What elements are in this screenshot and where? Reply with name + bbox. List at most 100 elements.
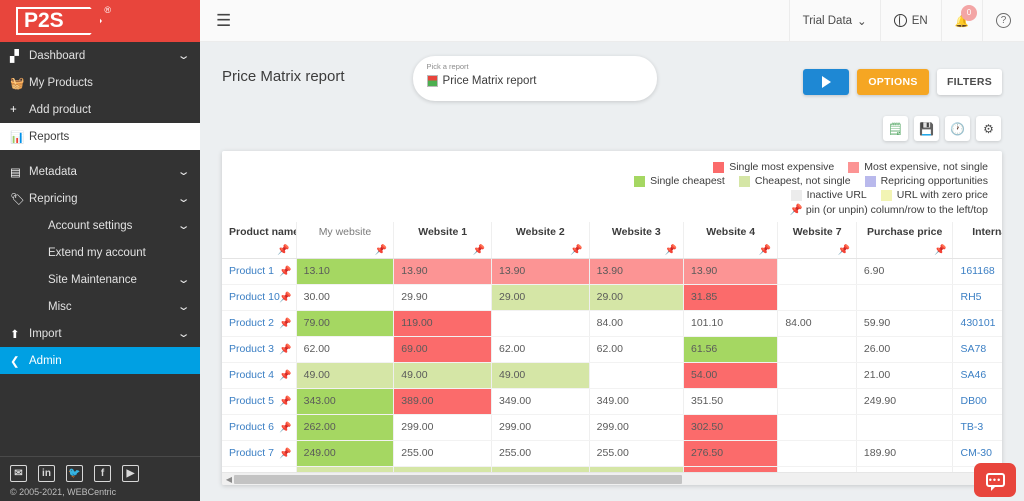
table-cell[interactable]: 13.90 bbox=[394, 258, 492, 284]
pin-icon[interactable]: 📌 bbox=[570, 245, 582, 256]
pin-icon[interactable]: 📌 bbox=[279, 423, 291, 434]
table-cell[interactable]: 29.90 bbox=[394, 284, 492, 310]
table-cell[interactable]: 299.00 bbox=[394, 414, 492, 440]
cell-product-name[interactable]: Product 4📌 bbox=[222, 362, 296, 388]
table-cell[interactable]: 54.00 bbox=[684, 362, 778, 388]
column-header-purchase-price[interactable]: Purchase price📌 bbox=[856, 222, 953, 258]
options-button[interactable]: OPTIONS bbox=[857, 69, 929, 95]
scroll-left-icon[interactable]: ◀ bbox=[224, 475, 234, 484]
sidebar-item-dashboard[interactable]: ▞Dashboard⌄ bbox=[0, 42, 200, 69]
help-button[interactable]: ? bbox=[982, 0, 1024, 42]
cell-product-name[interactable]: Product 7📌 bbox=[222, 440, 296, 466]
chevron-down-icon[interactable]: ⌄ bbox=[176, 165, 190, 178]
table-cell[interactable]: 62.00 bbox=[296, 336, 394, 362]
notifications-button[interactable]: 🔔 0 bbox=[941, 0, 982, 42]
table-cell[interactable]: 1555.00 bbox=[491, 466, 589, 472]
pin-icon[interactable]: 📌 bbox=[279, 397, 291, 408]
table-cell[interactable]: 29.00 bbox=[589, 284, 683, 310]
table-cell[interactable]: SA46 bbox=[953, 362, 1002, 388]
table-cell[interactable]: 101.10 bbox=[684, 310, 778, 336]
table-cell[interactable]: 84.00 bbox=[589, 310, 683, 336]
table-cell[interactable]: 343.00 bbox=[296, 388, 394, 414]
settings-icon[interactable]: ⚙ bbox=[976, 116, 1001, 141]
sidebar-item-site-maintenance[interactable]: Site Maintenance⌄ bbox=[0, 266, 200, 293]
table-cell[interactable] bbox=[589, 362, 683, 388]
column-header-internal-id[interactable]: Internal ID📌 bbox=[953, 222, 1002, 258]
cell-product-name[interactable]: Product 2📌 bbox=[222, 310, 296, 336]
table-cell[interactable]: SA78 bbox=[953, 336, 1002, 362]
twitter-icon[interactable]: 🐦 bbox=[66, 465, 83, 482]
table-cell[interactable]: 249.00 bbox=[296, 440, 394, 466]
table-cell[interactable]: 255.00 bbox=[394, 440, 492, 466]
table-cell[interactable] bbox=[778, 258, 857, 284]
report-picker[interactable]: Pick a report Price Matrix report bbox=[413, 56, 657, 101]
table-cell[interactable]: 13.90 bbox=[589, 258, 683, 284]
table-row[interactable]: Product 1📌13.1013.9013.9013.9013.906.901… bbox=[222, 258, 1002, 284]
sidebar-item-import[interactable]: ⬆Import⌄ bbox=[0, 320, 200, 347]
table-cell[interactable]: 1555.00 bbox=[589, 466, 683, 472]
pin-icon[interactable]: 📌 bbox=[837, 245, 849, 256]
facebook-icon[interactable]: f bbox=[94, 465, 111, 482]
cell-product-name[interactable]: Product 6📌 bbox=[222, 414, 296, 440]
table-cell[interactable]: 255.00 bbox=[491, 440, 589, 466]
language-selector[interactable]: EN bbox=[880, 0, 941, 42]
schedule-icon[interactable]: 🕐 bbox=[945, 116, 970, 141]
table-cell[interactable]: 389.00 bbox=[394, 388, 492, 414]
excel-export-icon[interactable]: 🗒 bbox=[883, 116, 908, 141]
sidebar-item-extend-my-account[interactable]: Extend my account bbox=[0, 239, 200, 266]
table-cell[interactable] bbox=[778, 414, 857, 440]
table-row[interactable]: Product 5📌343.00389.00349.00349.00351.50… bbox=[222, 388, 1002, 414]
table-cell[interactable]: 299.00 bbox=[589, 414, 683, 440]
table-cell[interactable] bbox=[778, 388, 857, 414]
table-cell[interactable]: 349.00 bbox=[589, 388, 683, 414]
table-cell[interactable]: 84.00 bbox=[778, 310, 857, 336]
table-cell[interactable]: RH5 bbox=[953, 284, 1002, 310]
table-cell[interactable]: 255.00 bbox=[589, 440, 683, 466]
column-header-website-4[interactable]: Website 4📌 bbox=[684, 222, 778, 258]
table-cell[interactable] bbox=[856, 284, 953, 310]
run-button[interactable] bbox=[803, 69, 849, 95]
table-cell[interactable]: 62.00 bbox=[491, 336, 589, 362]
table-cell[interactable]: 161168 bbox=[953, 258, 1002, 284]
filters-button[interactable]: FILTERS bbox=[937, 69, 1002, 95]
sidebar-item-admin[interactable]: ❮Admin bbox=[0, 347, 200, 374]
table-cell[interactable]: 189.90 bbox=[856, 440, 953, 466]
table-row[interactable]: Product 6📌262.00299.00299.00299.00302.50… bbox=[222, 414, 1002, 440]
table-cell[interactable]: 299.00 bbox=[491, 414, 589, 440]
table-row[interactable]: Product 8📌1555.001555.001555.001555.0017… bbox=[222, 466, 1002, 472]
table-cell[interactable]: 21.00 bbox=[856, 362, 953, 388]
column-header-website-2[interactable]: Website 2📌 bbox=[491, 222, 589, 258]
table-row[interactable]: Product 4📌49.0049.0049.0054.0021.00SA46S… bbox=[222, 362, 1002, 388]
table-row[interactable]: Product 10📌30.0029.9029.0029.0031.85RH5A… bbox=[222, 284, 1002, 310]
cell-product-name[interactable]: Product 1📌 bbox=[222, 258, 296, 284]
pin-icon[interactable]: 📌 bbox=[279, 293, 291, 304]
table-cell[interactable]: TB-3 bbox=[953, 414, 1002, 440]
pin-icon[interactable]: 📌 bbox=[279, 371, 291, 382]
table-cell[interactable]: 1555.00 bbox=[296, 466, 394, 472]
table-cell[interactable]: 1741.00 bbox=[684, 466, 778, 472]
chevron-down-icon[interactable]: ⌄ bbox=[176, 49, 190, 62]
scrollbar-thumb[interactable] bbox=[234, 475, 682, 484]
chevron-down-icon[interactable]: ⌄ bbox=[176, 327, 190, 340]
table-cell[interactable]: 13.90 bbox=[684, 258, 778, 284]
column-header-website-3[interactable]: Website 3📌 bbox=[589, 222, 683, 258]
table-cell[interactable]: 302.50 bbox=[684, 414, 778, 440]
table-cell[interactable]: 13.10 bbox=[296, 258, 394, 284]
table-cell[interactable]: 61.56 bbox=[684, 336, 778, 362]
chevron-down-icon[interactable]: ⌄ bbox=[176, 192, 190, 205]
youtube-icon[interactable]: ▶ bbox=[122, 465, 139, 482]
hamburger-icon[interactable]: ☰ bbox=[216, 12, 231, 29]
save-icon[interactable]: 💾 bbox=[914, 116, 939, 141]
table-cell[interactable]: 119.00 bbox=[394, 310, 492, 336]
column-header-website-7[interactable]: Website 7📌 bbox=[778, 222, 857, 258]
sidebar-item-reports[interactable]: 📊Reports bbox=[0, 123, 200, 150]
table-cell[interactable] bbox=[778, 284, 857, 310]
report-table-wrapper[interactable]: Product name📌My website📌Website 1📌Websit… bbox=[222, 222, 1002, 472]
table-cell[interactable]: 349.00 bbox=[491, 388, 589, 414]
pin-icon[interactable]: 📌 bbox=[759, 245, 771, 256]
table-cell[interactable]: 49.00 bbox=[491, 362, 589, 388]
table-cell[interactable] bbox=[491, 310, 589, 336]
table-cell[interactable] bbox=[778, 336, 857, 362]
pin-icon[interactable]: 📌 bbox=[279, 345, 291, 356]
table-cell[interactable]: 31.85 bbox=[684, 284, 778, 310]
